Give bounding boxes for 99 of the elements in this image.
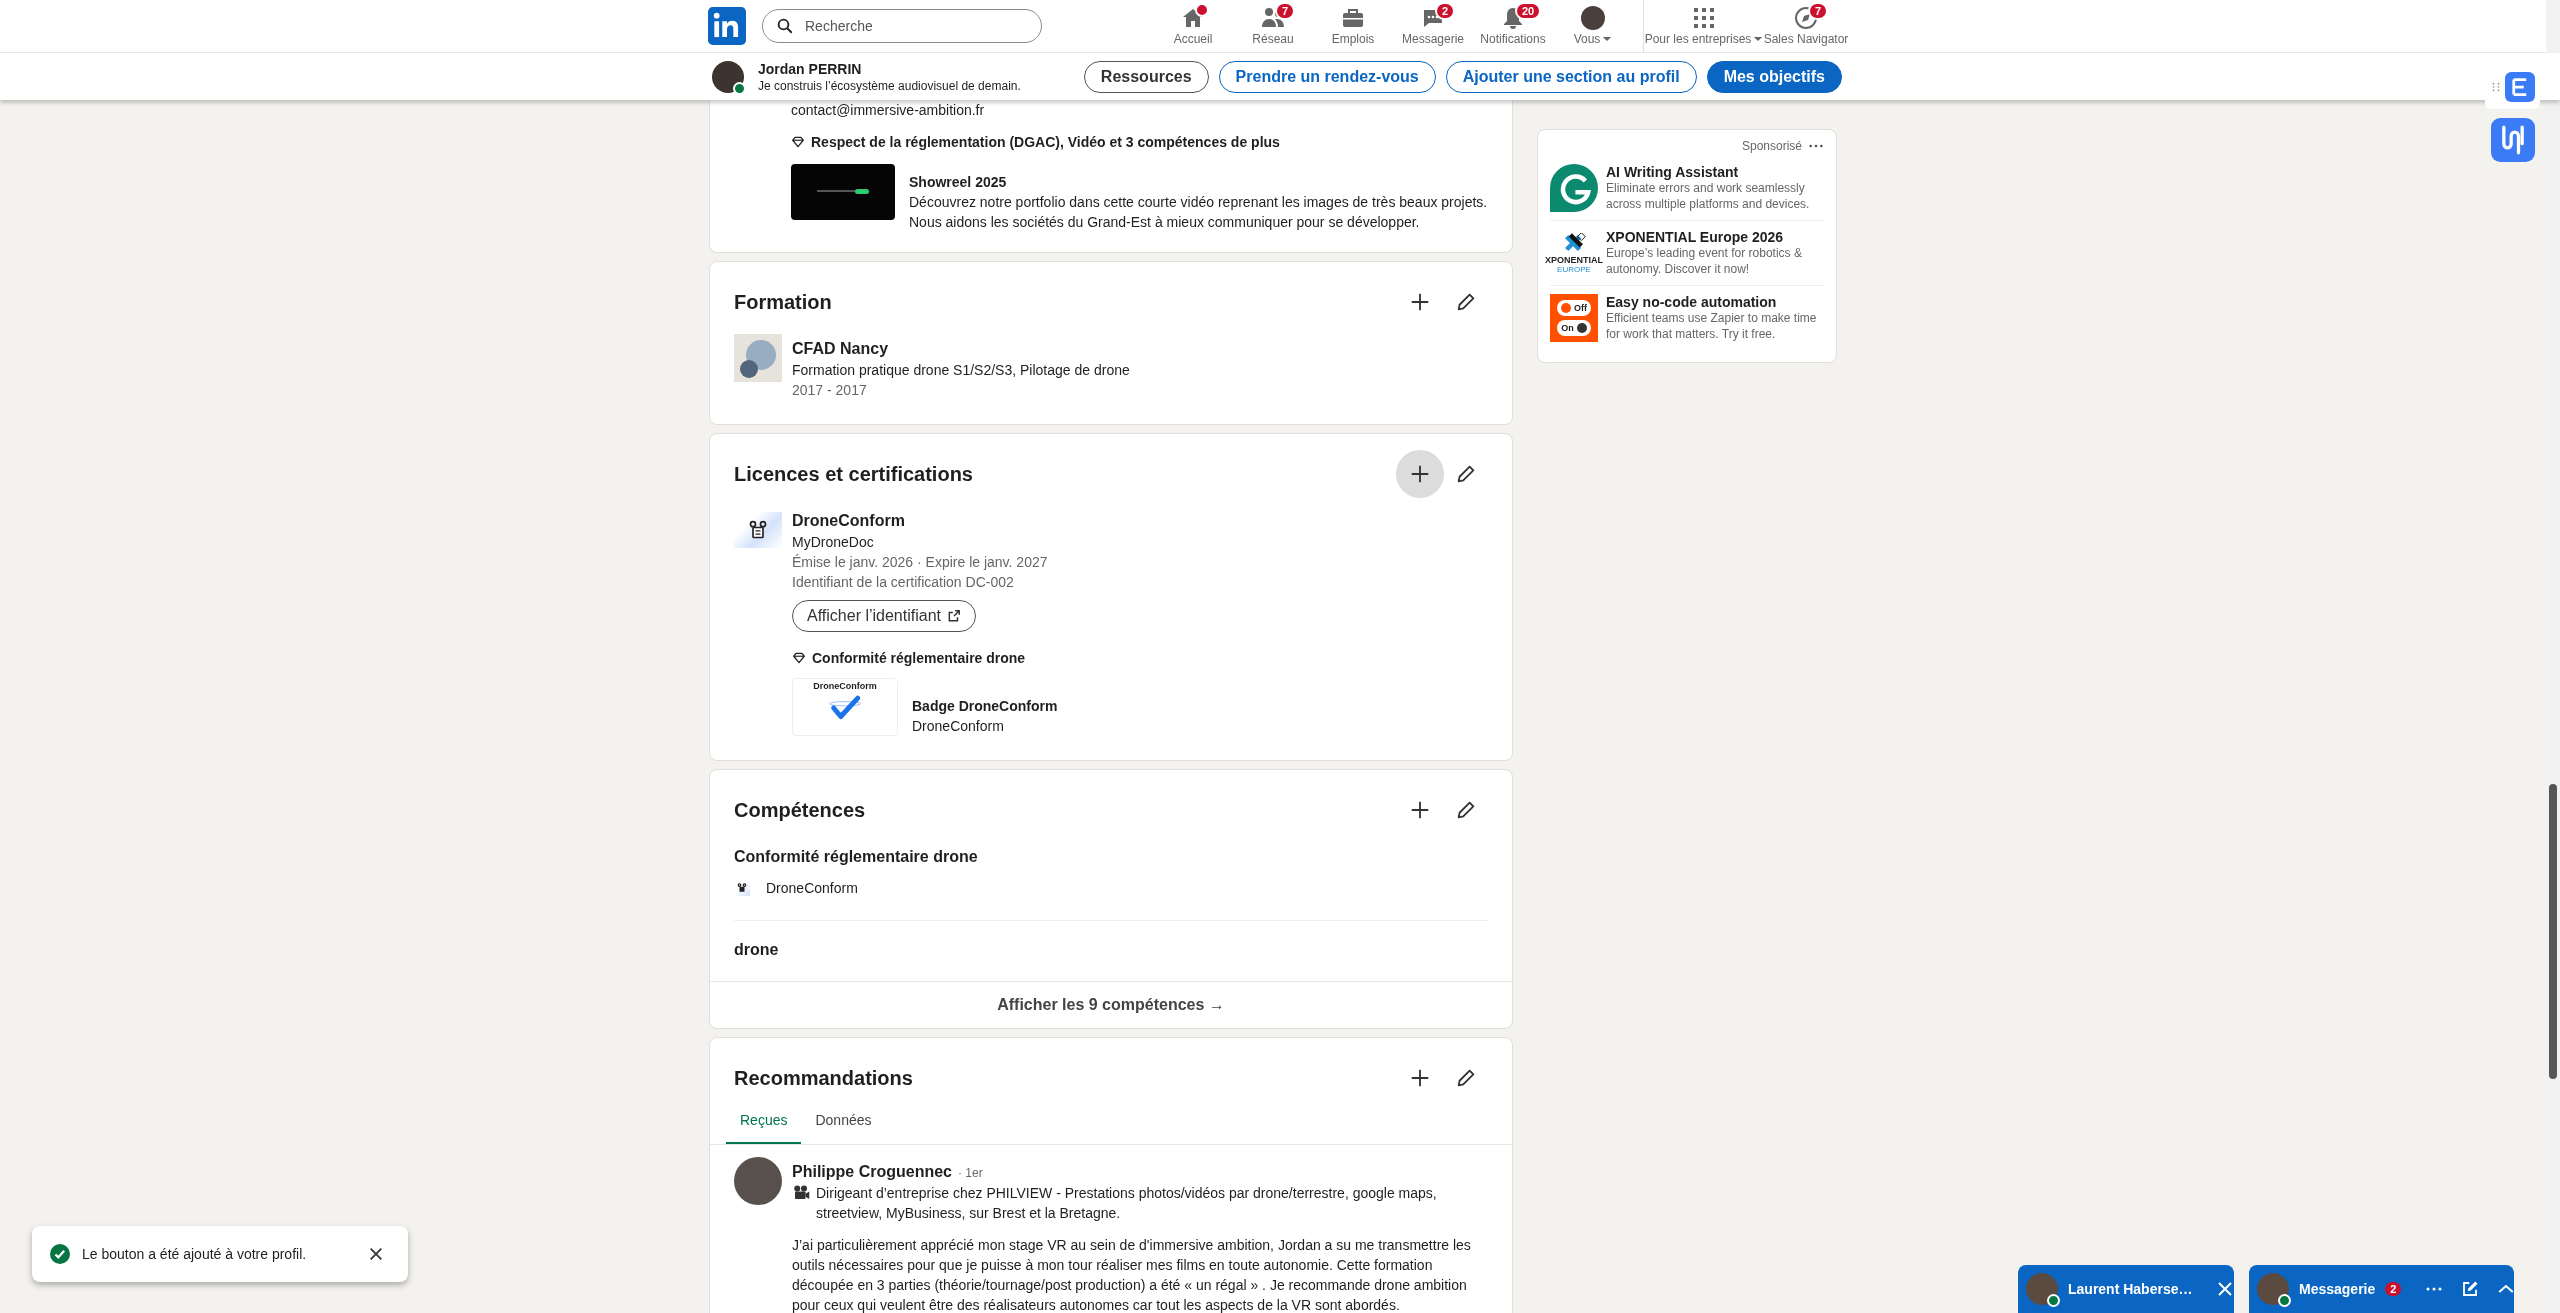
connection-degree: · 1er — [958, 1166, 983, 1180]
profile-action-button[interactable]: Ressources — [1083, 60, 1209, 93]
ad-logo[interactable]: Off On — [1550, 294, 1598, 342]
skills-summary: Respect de la réglementation (DGAC), Vidéo et 3 compétences de plus — [811, 134, 1280, 150]
certificate-name: DroneConform — [792, 511, 906, 531]
profile-action-button[interactable]: Ajouter une section au profil — [1445, 60, 1697, 93]
compose-icon[interactable] — [2461, 1280, 2480, 1298]
ad-text: Efficient teams use Zapier to make time for work that matters. Try it free. — [1606, 310, 1818, 342]
pencil-icon — [1455, 1067, 1477, 1089]
media-description: Découvrez notre portfolio dans cette courte vidéo reprenant les images de très beaux projets. Nous aidons les sociétés du Grand-Est à mieux communiquer pour se développer. — [909, 193, 1488, 232]
pencil-icon — [1455, 291, 1477, 313]
toggle-label: On — [1561, 323, 1574, 333]
media-title: Badge DroneConform — [912, 697, 1058, 716]
toggle-knob — [1576, 323, 1587, 333]
toggle-label: Off — [1574, 303, 1587, 313]
ad-title[interactable]: AI Writing Assistant — [1606, 164, 1824, 180]
notification-badge: 2 — [2385, 1282, 2402, 1296]
chat-bar[interactable]: Messagerie 2 — [2249, 1265, 2514, 1313]
nav-item[interactable]: 20 Notifications — [1473, 0, 1553, 52]
credential-id: Identifiant de la certification DC-002 — [792, 573, 1015, 592]
extension-icon[interactable] — [2504, 72, 2535, 102]
school-logo — [734, 334, 782, 382]
plus-icon — [1409, 1067, 1431, 1089]
media-subtitle: DroneConform — [912, 717, 1005, 736]
notification-badge: 20 — [1515, 2, 1542, 20]
pencil-icon — [1455, 463, 1477, 485]
avatar — [734, 1157, 782, 1205]
profile-action-button[interactable]: Prendre un rendez-vous — [1218, 60, 1436, 93]
chat-title: Laurent Haberse… — [2068, 1281, 2193, 1297]
section-title: Licences et certifications — [734, 462, 974, 486]
nav-item[interactable]: Vous — [1553, 0, 1633, 52]
video-thumbnail[interactable] — [791, 164, 895, 220]
tab[interactable]: Reçues — [726, 1106, 802, 1144]
tab[interactable]: Données — [801, 1106, 886, 1144]
success-check-icon — [50, 1244, 70, 1264]
ad-title[interactable]: Easy no-code automation — [1606, 294, 1824, 310]
degree-text: Formation pratique drone S1/S2/S3, Pilotage de drone — [792, 361, 1131, 380]
nav-item[interactable]: Emplois — [1313, 0, 1393, 52]
section-title: Recommandations — [734, 1066, 914, 1090]
briefcase-icon — [1341, 6, 1365, 30]
pencil-icon — [1455, 799, 1477, 821]
badge-thumbnail[interactable]: DroneConform — [792, 678, 898, 736]
skill-source: DroneConform — [766, 879, 858, 898]
section-title: Formation — [734, 290, 833, 314]
nav-item[interactable]: 2 Messagerie — [1393, 0, 1473, 52]
logo-subtext: EUROPE — [1557, 264, 1591, 274]
skill-name: Conformité réglementaire drone — [734, 848, 979, 866]
thumbnail-label: DroneConform — [813, 681, 877, 691]
nav-item[interactable]: 7 Réseau — [1233, 0, 1313, 52]
diamond-icon — [791, 135, 805, 149]
school-name: CFAD Nancy — [792, 339, 890, 359]
diamond-icon — [792, 651, 806, 665]
skills-summary: Conformité réglementaire drone — [812, 650, 1026, 666]
plus-icon — [1409, 799, 1431, 821]
issue-dates: Émise le janv. 2026 · Expire le janv. 2027 — [792, 553, 1049, 572]
toggle-knob — [1561, 303, 1571, 313]
show-all-skills-link[interactable]: Afficher les 9 compétences → — [710, 981, 1512, 1028]
issuer-name: MyDroneDoc — [792, 533, 875, 552]
plus-icon — [1409, 291, 1431, 313]
drone-icon — [748, 520, 768, 540]
notification-badge: 7 — [1808, 2, 1829, 20]
logo-icon[interactable] — [708, 7, 746, 45]
profile-name: Jordan PERRIN — [758, 60, 863, 77]
ad-title[interactable]: XPONENTIAL Europe 2026 — [1606, 229, 1824, 245]
notification-badge: 2 — [1435, 2, 1456, 20]
nav-item[interactable]: 7 Sales Navigator — [1760, 0, 1852, 52]
recommender-name[interactable]: Philippe Croguennec — [792, 1161, 952, 1183]
ad-text: Europe’s leading event for robotics & autonomy. Discover it now! — [1606, 245, 1803, 277]
skill-name: drone — [734, 941, 780, 959]
show-credential-button[interactable]: Afficher l’identifiant — [792, 600, 976, 632]
date-range: 2017 - 2017 — [792, 381, 868, 400]
profile-action-button[interactable]: Mes objectifs — [1706, 60, 1842, 93]
ad-text: Eliminate errors and work seamlessly across multiple platforms and devices. — [1606, 180, 1811, 212]
nav-item[interactable]: Accueil — [1153, 0, 1233, 52]
extension-icon[interactable] — [2491, 118, 2535, 162]
recommender-headline: Dirigeant d’entreprise chez PHILVIEW - Prestations photos/vidéos par drone/terrestre, google maps, streetview, MyBusiness, sur Brest et la Bretagne. — [816, 1184, 1438, 1223]
grid-icon — [1692, 6, 1716, 30]
logo-text: XPONENTIAL — [1545, 254, 1603, 265]
profile-headline: Je construis l’écosystème audiovisuel de demain. — [758, 78, 1021, 93]
external-link-icon — [947, 609, 961, 623]
recommendation-text: J’ai particulièrement apprécié mon stage VR au sein de d'immersive ambition, Jordan a su me transmettre les outils nécessaires pour que je puisse à mon tour réaliser mes films en toute autonomie. Cette formation découpée en 3 parties (théorie/tournage/post production) a été « un régal » . Je recommande drone ambition pour ceux qui veulent être des réalisateurs autonomes car tout les aspects de la VR sont abordés. — [792, 1236, 1472, 1313]
chat-title: Messagerie — [2299, 1281, 2376, 1297]
section-title: Compétences — [734, 798, 867, 822]
media-title: Showreel 2025 — [909, 173, 1008, 192]
close-icon — [368, 1246, 384, 1262]
notification-badge: 7 — [1275, 2, 1296, 20]
sponsored-label: Sponsorisé — [1741, 138, 1802, 155]
search-field[interactable]: Recherche — [762, 9, 1042, 43]
avatar — [1581, 6, 1605, 30]
ad-logo[interactable] — [1550, 164, 1598, 212]
add-button[interactable] — [1396, 450, 1444, 498]
plus-icon — [1409, 463, 1431, 485]
search-icon — [776, 17, 794, 35]
ad-logo[interactable]: XPONENTIAL EUROPE — [1543, 229, 1605, 277]
film-camera-icon — [792, 1184, 810, 1202]
chat-bar[interactable]: Laurent Haberse… — [2018, 1265, 2234, 1313]
toast-message: Le bouton a été ajouté à votre profil. — [82, 1246, 308, 1262]
contact-email: contact@immersive-ambition.fr — [791, 101, 986, 120]
close-icon[interactable] — [2216, 1280, 2235, 1298]
